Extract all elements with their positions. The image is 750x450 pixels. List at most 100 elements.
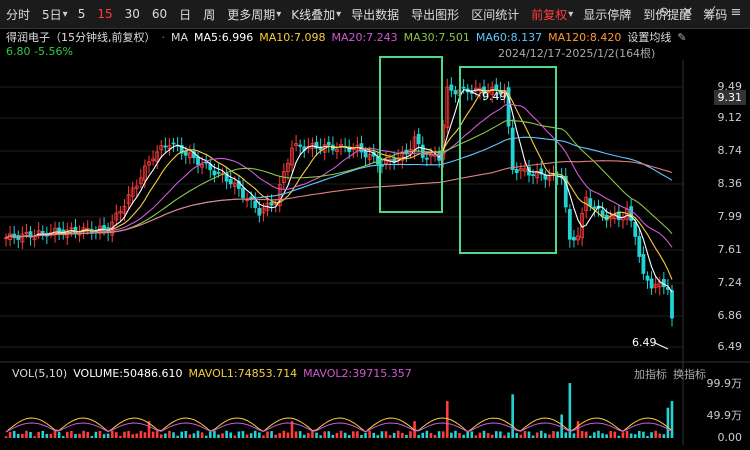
volume-bar [421, 432, 425, 438]
volume-bar [499, 431, 502, 438]
low-price-annotation: 6.49 [632, 336, 657, 349]
candle-body [649, 278, 654, 289]
volume-bar [37, 431, 40, 438]
volume-bar [352, 431, 355, 438]
volume-bar [621, 432, 625, 438]
volume-bar [507, 432, 510, 438]
volume-bar [642, 431, 645, 438]
volume-bar [90, 436, 94, 438]
volume-bar [482, 430, 486, 438]
volume-bar [474, 435, 478, 438]
candle-body [183, 150, 188, 156]
kline-chart[interactable]: 9.49 6.49 [0, 0, 750, 450]
candle-body [531, 174, 535, 177]
volume-bar [629, 433, 633, 438]
volume-bar [278, 433, 282, 438]
volume-bar [433, 434, 437, 438]
volume-bar [143, 432, 147, 438]
volume-bar [372, 432, 376, 438]
volume-bar [151, 431, 155, 438]
volume-bar [425, 430, 429, 438]
volume-bar [25, 430, 28, 438]
candle-body [163, 145, 168, 148]
volume-bar [552, 431, 555, 438]
volume-bar [53, 430, 57, 438]
candle-body [461, 86, 466, 89]
volume-bar [478, 432, 482, 438]
volume-bar [282, 430, 286, 438]
volume-bar [490, 434, 494, 438]
ma30-line [5, 119, 673, 239]
volume-bar [4, 436, 8, 438]
candle-body [633, 221, 638, 237]
volume-bar [405, 435, 408, 438]
volume-bar [131, 434, 134, 438]
volume-axis-label: 49.9万 [706, 409, 743, 422]
candle-body [40, 231, 45, 233]
volume-bar [572, 433, 576, 438]
volume-bar [539, 430, 543, 438]
volume-controls: 加指标 换指标 [634, 366, 706, 382]
volume-axis-label: 99.9万 [706, 377, 743, 390]
volume-bar [319, 435, 322, 438]
volume-bar [613, 431, 617, 438]
volume-bar [486, 433, 490, 438]
volume-bar [200, 432, 204, 438]
candle-body [326, 142, 331, 145]
volume-bar [548, 434, 551, 438]
highlight-box [379, 56, 443, 213]
switch-indicator-button[interactable]: 换指标 [673, 366, 706, 382]
volume-bar [560, 414, 563, 438]
volume-bar [388, 435, 392, 438]
candle-body [253, 200, 258, 208]
volume-bar [347, 435, 351, 438]
volume-bar [633, 434, 637, 438]
volume-bar [139, 430, 143, 438]
candle-body [363, 150, 368, 158]
volume-bar [294, 431, 298, 438]
volume-bar [61, 436, 65, 438]
volume-bar [123, 431, 126, 438]
volume-bar [396, 430, 400, 438]
volume-bar [429, 432, 433, 438]
volume-bar [638, 430, 641, 438]
volume-bar [327, 431, 331, 438]
volume-bar [401, 432, 404, 438]
candle-body [416, 133, 421, 145]
candle-body [592, 206, 597, 209]
volume-bar [646, 435, 649, 438]
volume-bar [503, 435, 506, 438]
volume-bar [241, 431, 245, 438]
candle-body [670, 290, 674, 319]
mavol2-value: MAVOL2:39715.357 [303, 367, 412, 380]
candle-body [567, 209, 572, 240]
volume-bar [364, 432, 367, 438]
volume-bar [335, 432, 339, 438]
volume-bar [323, 431, 326, 438]
volume-bar [564, 432, 568, 438]
volume-bar [135, 433, 139, 438]
volume-bar [65, 431, 69, 438]
volume-bar [495, 431, 498, 438]
volume-bar [617, 435, 621, 438]
volume-bar [168, 430, 171, 438]
volume-bar [523, 431, 527, 438]
volume-bar [184, 431, 188, 438]
price-axis-label: 9.49 [717, 80, 743, 93]
ma10-line [5, 89, 673, 280]
candle-body [453, 90, 458, 95]
annotation-arrow [654, 342, 669, 350]
volume-bar [605, 434, 608, 438]
volume-bar [188, 434, 192, 438]
high-price-annotation: 9.49 [482, 90, 507, 103]
add-indicator-button[interactable]: 加指标 [634, 366, 667, 382]
volume-bar [531, 435, 535, 438]
volume-bar [576, 421, 580, 438]
mavol1-line [5, 417, 673, 433]
volume-bar [360, 434, 363, 438]
volume-bar [8, 431, 12, 438]
candle-body [645, 275, 650, 281]
volume-bar [229, 432, 233, 438]
ma60-line [5, 136, 673, 239]
volume-bar [253, 430, 257, 438]
